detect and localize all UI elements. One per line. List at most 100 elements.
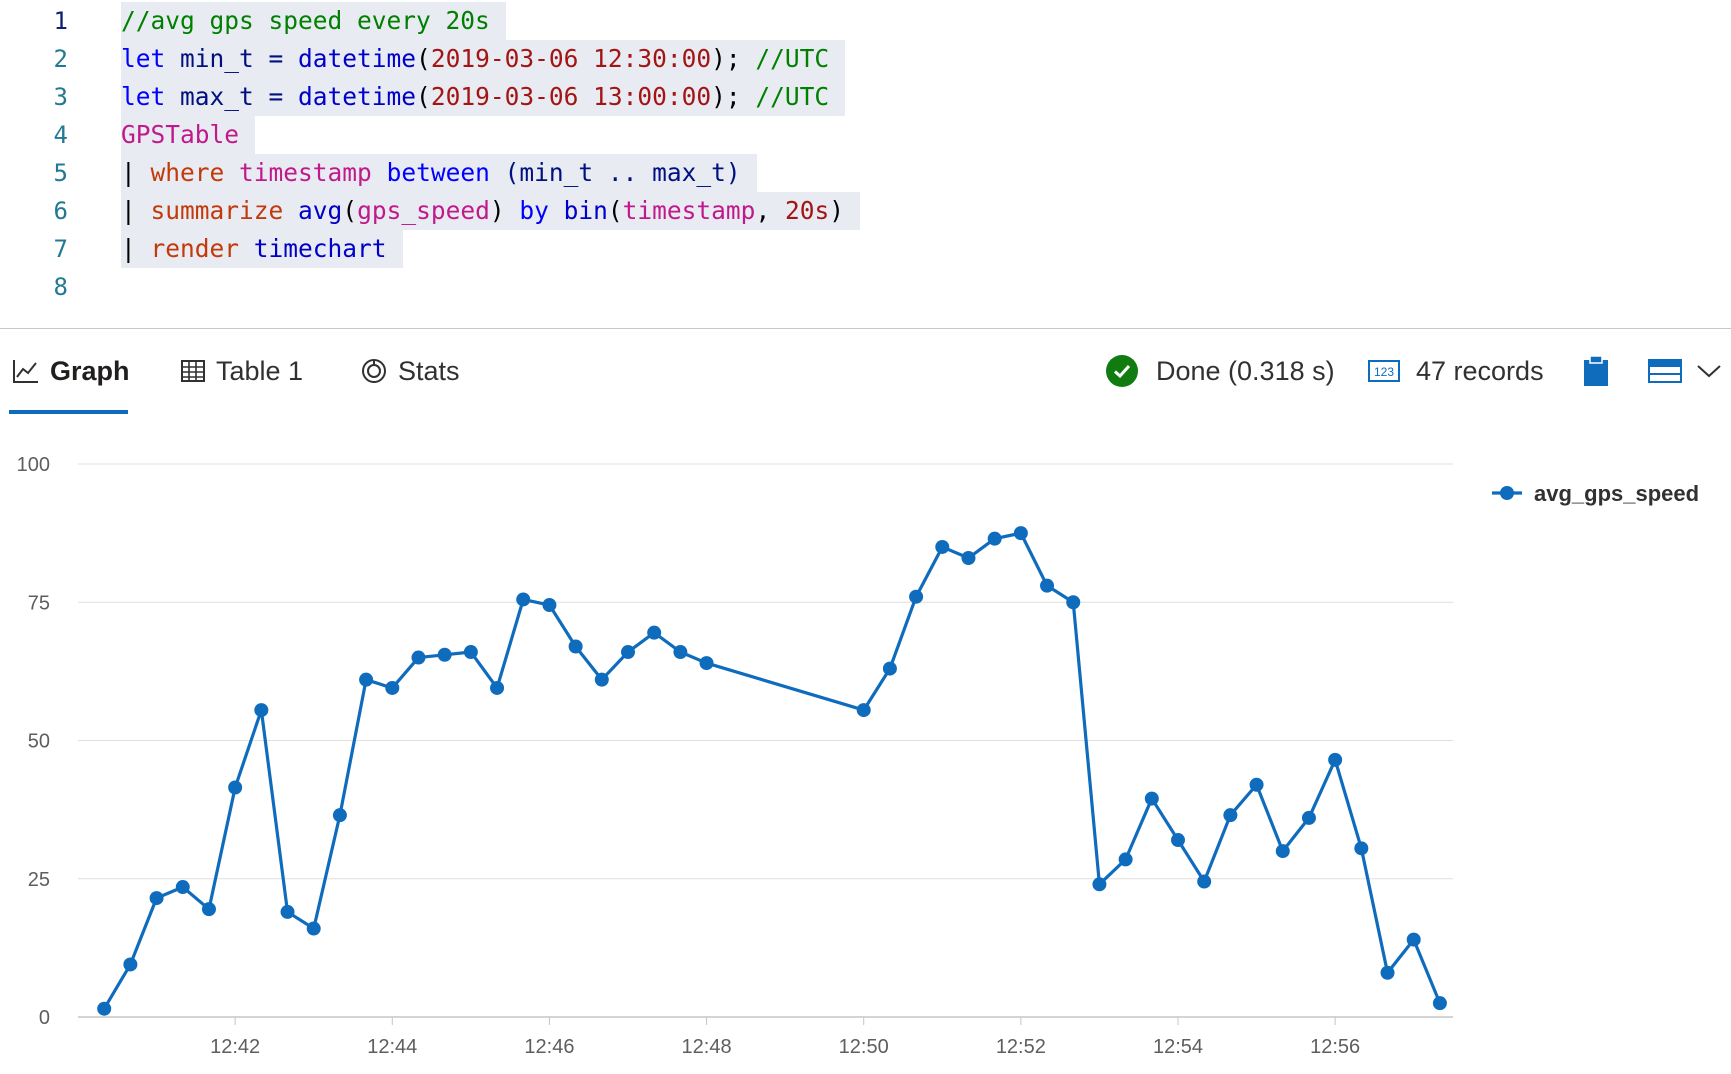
code-token: (: [416, 82, 431, 111]
code-line[interactable]: 3 let max_t = datetime(2019-03-06 13:00:0…: [0, 78, 1731, 116]
y-tick-label: 0: [39, 1007, 50, 1029]
code-token: 20s: [784, 196, 830, 225]
tab-stats-label: Stats: [398, 355, 460, 386]
data-point: [1171, 833, 1185, 848]
data-point: [1066, 595, 1081, 610]
code-token: //UTC: [755, 44, 830, 73]
code-token: |: [121, 158, 151, 187]
data-point: [673, 645, 688, 660]
code-token: where: [150, 158, 225, 187]
data-point: [123, 957, 138, 972]
data-point: [1380, 965, 1395, 980]
code-token: avg: [298, 196, 343, 225]
data-point: [385, 680, 400, 695]
code-token: datetime: [298, 82, 417, 111]
x-tick-label: 12:42: [210, 1036, 260, 1058]
line-chart-icon: [13, 360, 38, 383]
code-token: ): [489, 196, 520, 225]
timechart: 0 25 50 75 100 12:42 12:44 12:46 12:48 12:50 12:52…: [0, 430, 1731, 1070]
query-editor[interactable]: 1 //avg gps speed every 20s 2 let min_t = d…: [0, 0, 1731, 329]
copy-to-clipboard-button[interactable]: [1583, 346, 1609, 396]
series-line-avg_gps_speed: [102, 531, 1442, 1010]
timechart-svg: 0 25 50 75 100 12:42 12:44 12:46 12:48 12:50 12:52…: [17, 454, 1699, 1058]
data-point: [1040, 578, 1055, 593]
svg-text:123: 123: [1374, 365, 1394, 379]
code-token: let: [121, 82, 166, 111]
code-token: render: [150, 234, 240, 263]
tab-table-1-label: Table 1: [216, 355, 304, 386]
code-token: datetime: [298, 44, 417, 73]
active-tab-indicator: [9, 410, 128, 414]
data-point: [1144, 791, 1159, 806]
data-point: [1301, 810, 1316, 825]
data-point: [987, 531, 1002, 546]
code-line[interactable]: 1 //avg gps speed every 20s: [0, 2, 1731, 40]
data-point: [516, 592, 531, 607]
data-point: [280, 904, 295, 919]
code-token: |: [121, 234, 151, 263]
data-point: [1432, 996, 1447, 1011]
line-number: 2: [53, 45, 68, 73]
data-point: [254, 703, 269, 718]
code-token: min_t =: [165, 44, 299, 73]
data-point: [856, 703, 871, 718]
code-text: let max_t = datetime(2019-03-06 13:00:00…: [121, 78, 846, 116]
code-token: bin: [563, 196, 608, 225]
number-badge-icon: 123: [1368, 360, 1400, 382]
code-token: timestamp: [239, 158, 372, 187]
line-number: 3: [53, 83, 68, 111]
code-line[interactable]: 4 GPSTable: [0, 116, 1731, 154]
code-token: max_t =: [165, 82, 299, 111]
code-token: );: [711, 44, 756, 73]
data-point: [961, 551, 976, 566]
tab-graph-label: Graph: [50, 355, 130, 386]
x-tick-label: 12:48: [682, 1036, 732, 1058]
layout-options-button[interactable]: [1648, 346, 1722, 396]
line-number: 4: [53, 121, 68, 149]
line-number: 6: [53, 197, 68, 225]
data-point: [1013, 526, 1028, 541]
line-number: 8: [53, 273, 68, 301]
data-point: [699, 656, 714, 671]
code-token: timechart: [253, 234, 387, 263]
data-point: [463, 645, 478, 660]
code-text: GPSTable: [121, 116, 256, 154]
data-point: [306, 921, 321, 936]
y-tick-label: 75: [28, 592, 50, 614]
code-line[interactable]: 7 | render timechart: [0, 230, 1731, 268]
data-point: [359, 672, 374, 687]
tab-graph[interactable]: Graph: [12, 346, 130, 396]
x-tick-label: 12:50: [839, 1036, 889, 1058]
code-line[interactable]: 8: [0, 268, 1731, 306]
data-point: [411, 650, 426, 665]
code-line[interactable]: 6 | summarize avg(gps_speed) by bin(times…: [0, 192, 1731, 230]
data-point: [1406, 932, 1421, 947]
data-point: [332, 808, 347, 823]
data-point: [149, 891, 164, 906]
code-token: ): [829, 196, 844, 225]
code-token: //UTC: [755, 82, 830, 111]
code-line[interactable]: 2 let min_t = datetime(2019-03-06 12:30:0…: [0, 40, 1731, 78]
data-point: [490, 680, 505, 695]
code-token: summarize: [150, 196, 284, 225]
x-tick-label: 12:44: [367, 1036, 417, 1058]
code-token: (: [342, 196, 358, 225]
x-tick-label: 12:46: [524, 1036, 574, 1058]
code-line[interactable]: 5 | where timestamp between (min_t .. max…: [0, 154, 1731, 192]
tab-table-1[interactable]: Table 1: [180, 346, 303, 396]
data-point: [1328, 752, 1343, 767]
data-point: [1275, 844, 1290, 859]
stats-circle-icon: [362, 359, 386, 383]
data-point: [647, 625, 662, 640]
data-point: [1223, 808, 1238, 823]
data-point: [97, 1001, 112, 1016]
legend-marker: [1500, 486, 1514, 500]
code-token: 2019-03-06 12:30:00: [430, 44, 712, 73]
data-point: [1197, 874, 1212, 889]
status-text: Done (0.318 s): [1156, 355, 1335, 386]
tab-stats[interactable]: Stats: [360, 346, 460, 396]
